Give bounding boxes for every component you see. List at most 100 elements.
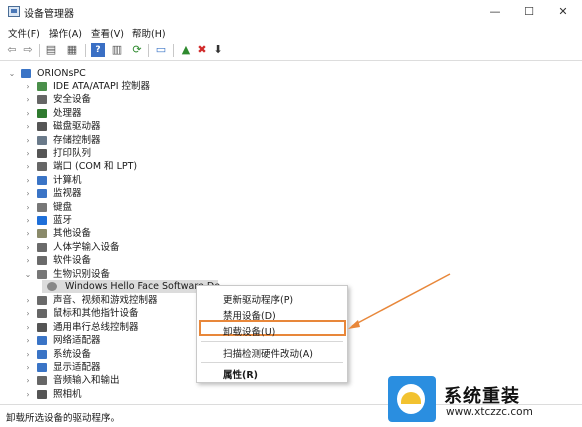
category-label: 照相机 — [53, 389, 82, 400]
expand-icon[interactable]: › — [24, 361, 32, 374]
watermark: 系统重装 www.xtczzc.com — [388, 376, 582, 427]
device-manager-icon — [8, 6, 20, 17]
device-category-icon — [37, 376, 47, 385]
window-title: 设备管理器 — [24, 9, 74, 20]
menu-scan-hardware[interactable]: 扫描检测硬件改动(A) — [223, 346, 313, 360]
category-label: 声音、视频和游戏控制器 — [53, 295, 158, 306]
device-category-icon — [37, 323, 47, 332]
category-label: 处理器 — [53, 108, 82, 119]
device-category-icon — [37, 136, 47, 145]
computer-icon — [21, 69, 31, 78]
device-category-icon — [37, 149, 47, 158]
category-label: 软件设备 — [53, 255, 92, 266]
selected-device-row[interactable]: Windows Hello Face Software De — [42, 280, 220, 293]
menu-bar: 文件(F) 操作(A) 查看(V) 帮助(H) — [0, 24, 582, 41]
device-category-icon — [37, 203, 47, 212]
toolbar: ⇦ ⇨ ▤ ▦ ? ▥ ⟳ ▭ ▲ ✖ ⬇ — [0, 41, 582, 61]
close-button[interactable]: ✕ — [546, 0, 580, 24]
expand-icon[interactable]: › — [24, 241, 32, 254]
category-label: 打印队列 — [53, 148, 92, 159]
expand-icon[interactable]: › — [24, 134, 32, 147]
update-driver-icon[interactable]: ⬇ — [211, 43, 225, 57]
expand-icon[interactable]: › — [24, 348, 32, 361]
expand-icon[interactable]: › — [24, 374, 32, 387]
menu-separator — [201, 362, 343, 363]
properties-icon[interactable]: ▤ — [44, 43, 58, 57]
device-category-icon — [37, 336, 47, 345]
monitor-icon[interactable]: ▭ — [154, 43, 168, 57]
uninstall-icon[interactable]: ✖ — [195, 43, 209, 57]
collapse-icon[interactable]: ⌄ — [8, 67, 16, 80]
device-category-icon — [37, 256, 47, 265]
watermark-logo — [388, 376, 436, 422]
expand-icon[interactable]: › — [24, 334, 32, 347]
maximize-button[interactable]: ☐ — [512, 0, 546, 24]
expand-icon[interactable]: › — [24, 201, 32, 214]
expand-icon[interactable]: › — [24, 388, 32, 401]
menu-file[interactable]: 文件(F) — [8, 26, 40, 40]
toolbar-separator — [39, 44, 40, 57]
category-label: 计算机 — [53, 175, 82, 186]
forward-icon[interactable]: ⇨ — [21, 43, 35, 57]
watermark-url: www.xtczzc.com — [446, 406, 533, 418]
toolbar-separator — [173, 44, 174, 57]
menu-action[interactable]: 操作(A) — [49, 26, 82, 40]
device-category-icon — [37, 109, 47, 118]
expand-icon[interactable]: › — [24, 254, 32, 267]
device-category-icon — [37, 189, 47, 198]
expand-icon[interactable]: › — [24, 307, 32, 320]
view2-icon[interactable]: ▥ — [110, 43, 124, 57]
device-category-icon — [37, 270, 47, 279]
expand-icon[interactable]: › — [24, 227, 32, 240]
expand-icon[interactable]: › — [24, 80, 32, 93]
expand-icon[interactable]: › — [24, 93, 32, 106]
device-category-icon — [37, 162, 47, 171]
category-label: 人体学输入设备 — [53, 242, 120, 253]
back-icon[interactable]: ⇦ — [5, 43, 19, 57]
title-bar: 设备管理器 — ☐ ✕ — [0, 0, 582, 24]
category-label: 显示适配器 — [53, 362, 101, 373]
category-label: 其他设备 — [53, 228, 92, 239]
scan-icon[interactable]: ⟳ — [130, 43, 144, 57]
expand-icon[interactable]: › — [24, 294, 32, 307]
category-label: 网络适配器 — [53, 335, 101, 346]
category-label: 磁盘驱动器 — [53, 121, 101, 132]
category-label: 系统设备 — [53, 349, 92, 360]
device-category-icon — [37, 243, 47, 252]
expand-icon[interactable]: › — [24, 321, 32, 334]
expand-icon[interactable]: › — [24, 174, 32, 187]
device-category-icon — [37, 350, 47, 359]
enable-device-icon[interactable]: ▲ — [179, 43, 193, 57]
toolbar-separator — [85, 44, 86, 57]
fingerprint-icon — [47, 282, 57, 291]
category-label: 音频输入和输出 — [53, 375, 120, 386]
menu-update-driver[interactable]: 更新驱动程序(P) — [223, 292, 293, 306]
category-label: 通用串行总线控制器 — [53, 322, 139, 333]
category-label: 监视器 — [53, 188, 82, 199]
device-category-icon — [37, 390, 47, 399]
expand-icon[interactable]: › — [24, 120, 32, 133]
help-icon[interactable]: ? — [91, 43, 105, 57]
context-menu: 更新驱动程序(P) 禁用设备(D) 卸载设备(U) 扫描检测硬件改动(A) 属性… — [196, 285, 348, 383]
expand-icon[interactable]: › — [24, 107, 32, 120]
menu-view[interactable]: 查看(V) — [91, 26, 124, 40]
watermark-title: 系统重装 — [444, 386, 520, 407]
menu-uninstall-device[interactable]: 卸载设备(U) — [223, 324, 275, 338]
minimize-button[interactable]: — — [478, 0, 512, 24]
collapse-icon[interactable]: ⌄ — [24, 268, 32, 281]
view-icon[interactable]: ▦ — [65, 43, 79, 57]
menu-separator — [201, 341, 343, 342]
expand-icon[interactable]: › — [24, 214, 32, 227]
expand-icon[interactable]: › — [24, 187, 32, 200]
device-category-icon — [37, 176, 47, 185]
expand-icon[interactable]: › — [24, 160, 32, 173]
device-category-icon — [37, 122, 47, 131]
menu-properties[interactable]: 属性(R) — [223, 367, 258, 381]
menu-help[interactable]: 帮助(H) — [132, 26, 166, 40]
device-category-icon — [37, 363, 47, 372]
device-category-icon — [37, 296, 47, 305]
expand-icon[interactable]: › — [24, 147, 32, 160]
device-category-icon — [37, 229, 47, 238]
category-label: 蓝牙 — [53, 215, 73, 226]
device-category-icon — [37, 82, 47, 91]
